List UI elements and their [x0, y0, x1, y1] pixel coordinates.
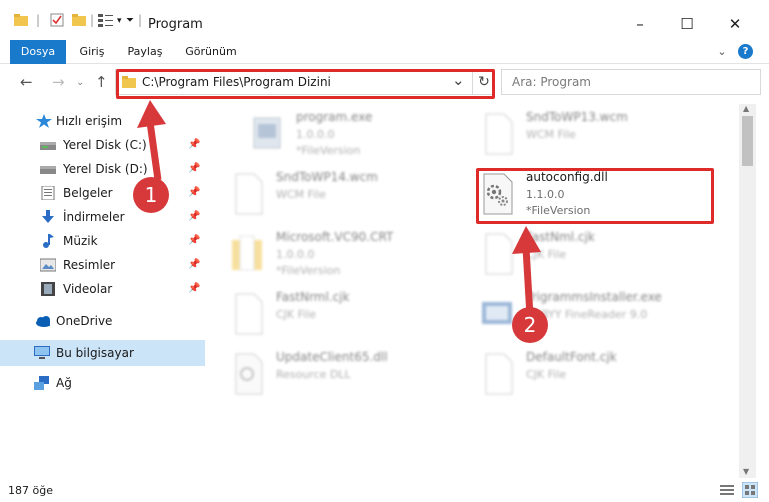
- callout-step-2: 2: [512, 307, 548, 343]
- callout-step-1: 1: [133, 177, 169, 213]
- annotation-arrows: [137, 100, 541, 317]
